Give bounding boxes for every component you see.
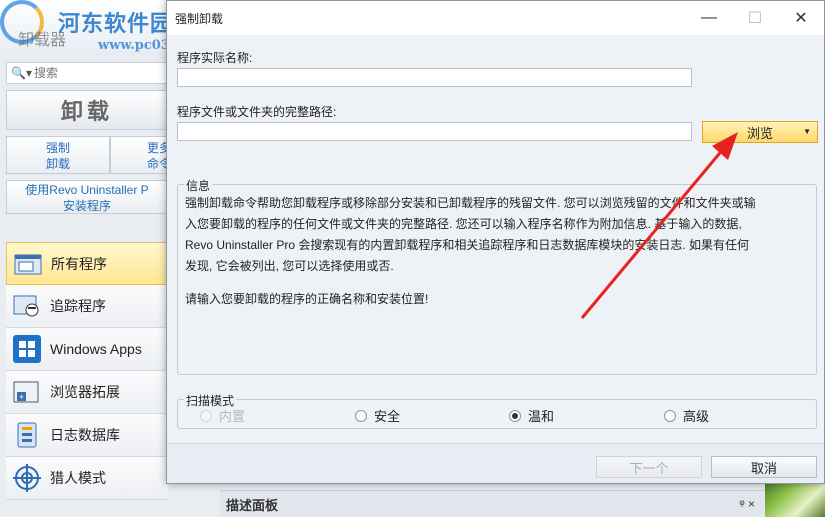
- dialog-titlebar: 强制卸载 — ☐ ✕: [167, 1, 824, 35]
- traced-programs-icon: [12, 291, 42, 321]
- sidebar-item-label: Windows Apps: [50, 341, 142, 357]
- scan-mode-moderate-radio[interactable]: 温和: [509, 406, 554, 425]
- program-name-input[interactable]: [177, 68, 692, 87]
- pin-icon[interactable]: ᵠ ×: [739, 497, 755, 511]
- radio-label: 安全: [374, 409, 401, 424]
- info-prompt: 请输入您要卸载的程序的正确名称和安装位置!: [185, 292, 429, 306]
- radio-indicator: [509, 409, 521, 422]
- sidebar-item-hunter-mode[interactable]: 猎人模式: [6, 457, 168, 500]
- sidebar-item-traced-programs[interactable]: 追踪程序: [6, 285, 168, 328]
- svg-text:+: +: [19, 392, 24, 402]
- scan-mode-builtin-radio: 内置: [200, 406, 245, 425]
- logs-database-icon: [12, 420, 42, 450]
- description-panel: 描述面板 ᵠ ×: [220, 490, 765, 517]
- next-button: 下一个: [596, 456, 702, 478]
- info-line: Revo Uninstaller Pro 会搜索现有的内置卸载程序和相关追踪程序…: [185, 238, 750, 252]
- program-name-label: 程序实际名称:: [177, 51, 253, 65]
- use-revo-installer-button[interactable]: 使用Revo Uninstaller P 安装程序: [6, 180, 168, 214]
- force-uninstall-line2: 卸载: [45, 157, 70, 171]
- browse-label: 浏览: [746, 125, 773, 141]
- dialog-footer: 下一个 取消: [167, 443, 824, 483]
- radio-indicator: [200, 409, 212, 422]
- minimize-icon[interactable]: —: [686, 1, 732, 35]
- sidebar-item-windows-apps[interactable]: Windows Apps: [6, 328, 168, 371]
- info-text: 强制卸载命令帮助您卸载程序或移除部分安装和已卸载程序的残留文件. 您可以浏览残留…: [185, 193, 813, 310]
- cancel-button[interactable]: 取消: [711, 456, 817, 478]
- description-panel-title: 描述面板: [226, 497, 279, 513]
- force-uninstall-button[interactable]: 强制 卸载: [6, 136, 110, 174]
- chevron-down-icon: ▼: [803, 127, 811, 136]
- path-input[interactable]: [177, 122, 692, 141]
- scan-mode-advanced-radio[interactable]: 高级: [664, 406, 709, 425]
- scan-mode-safe-radio[interactable]: 安全: [355, 406, 400, 425]
- scan-mode-groupbox: 扫描模式: [177, 392, 817, 429]
- browse-button[interactable]: 浏览 ▼: [702, 121, 818, 143]
- sidebar-nav: 所有程序 追踪程序 Windows Apps + 浏览器拓展 日志数据库 猎人模…: [6, 242, 168, 500]
- sidebar-item-all-programs[interactable]: 所有程序: [6, 242, 168, 285]
- info-line: 发现, 它会被列出, 您可以选择使用或否.: [185, 259, 394, 273]
- window-controls: — ☐ ✕: [686, 1, 824, 35]
- uninstall-button[interactable]: 卸载: [6, 90, 168, 130]
- info-line: 入您要卸载的程序的任何文件或文件夹的完整路径. 您还可以输入程序名称作为附加信息…: [185, 217, 742, 231]
- info-legend: 信息: [184, 177, 213, 194]
- sidebar-item-label: 猎人模式: [50, 470, 106, 486]
- sidebar-item-browser-extensions[interactable]: + 浏览器拓展: [6, 371, 168, 414]
- path-label: 程序文件或文件夹的完整路径:: [177, 105, 337, 119]
- more-commands-line2: 命令: [147, 157, 167, 171]
- watermark-text: 河东软件园: [58, 11, 174, 37]
- use-revo-line2: 安装程序: [62, 199, 111, 213]
- search-icon: 🔍▾: [11, 66, 32, 80]
- close-icon[interactable]: ✕: [778, 1, 824, 35]
- radio-label: 内置: [219, 409, 246, 424]
- force-uninstall-line1: 强制: [45, 141, 70, 155]
- all-programs-icon: [13, 249, 43, 279]
- use-revo-line1: 使用Revo Uninstaller P: [25, 183, 149, 197]
- maximize-icon: ☐: [747, 10, 763, 27]
- dialog-title: 强制卸载: [175, 11, 224, 26]
- search-input[interactable]: [33, 66, 144, 80]
- sidebar-item-label: 浏览器拓展: [50, 384, 120, 400]
- sidebar-item-label: 所有程序: [51, 255, 107, 272]
- search-box[interactable]: 🔍▾: [6, 62, 168, 84]
- sidebar-item-label: 追踪程序: [50, 298, 106, 314]
- force-uninstall-dialog: 强制卸载 — ☐ ✕ 程序实际名称: 程序文件或文件夹的完整路径: 浏览 ▼ 信…: [166, 0, 825, 484]
- radio-indicator: [664, 409, 676, 422]
- windows-logo-icon: [12, 334, 42, 364]
- more-commands-button[interactable]: 更多 命令: [110, 136, 168, 174]
- browser-extensions-icon: +: [12, 377, 42, 407]
- radio-label: 高级: [683, 409, 710, 424]
- radio-label: 温和: [528, 409, 555, 424]
- radio-indicator: [355, 409, 367, 422]
- sidebar-item-label: 日志数据库: [50, 427, 120, 443]
- background-title: 卸载器: [18, 32, 67, 49]
- hunter-mode-icon: [12, 463, 42, 493]
- info-line: 强制卸载命令帮助您卸载程序或移除部分安装和已卸载程序的残留文件. 您可以浏览残留…: [185, 196, 756, 210]
- more-commands-line1: 更多: [147, 141, 167, 155]
- sidebar-item-logs-database[interactable]: 日志数据库: [6, 414, 168, 457]
